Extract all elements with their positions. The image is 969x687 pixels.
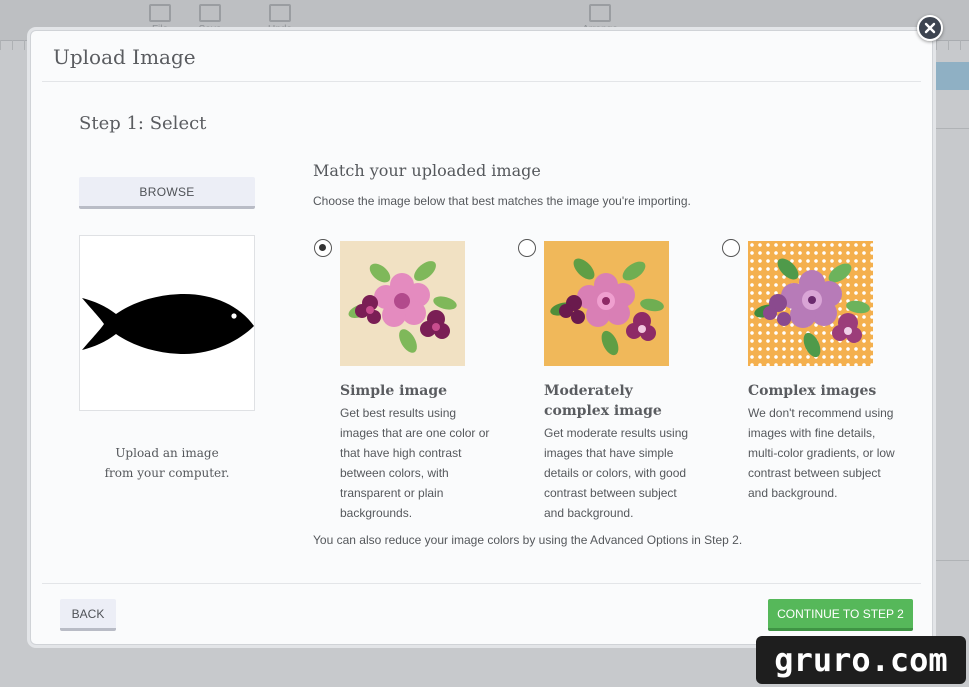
desc-line: We don't recommend using bbox=[748, 406, 894, 420]
desc-line: and background. bbox=[544, 506, 634, 520]
upload-text-line: from your computer. bbox=[104, 466, 230, 480]
browse-button[interactable]: BROWSE bbox=[79, 177, 255, 209]
background-divider bbox=[931, 128, 969, 129]
image-preview bbox=[79, 235, 255, 411]
desc-line: multi-color gradients, or low bbox=[748, 446, 895, 460]
option-title-line: Moderately bbox=[544, 383, 633, 399]
desc-line: contrast between subject bbox=[748, 466, 881, 480]
background-divider bbox=[931, 560, 969, 561]
desc-line: between colors, with bbox=[340, 466, 449, 480]
step-title: Step 1: Select bbox=[79, 113, 207, 134]
close-button[interactable] bbox=[917, 15, 943, 41]
radio-simple-image[interactable] bbox=[314, 239, 332, 257]
bg-undo-tool: Undo bbox=[260, 0, 300, 35]
header-divider bbox=[42, 81, 921, 82]
upload-image-modal: Upload Image Step 1: Select BROWSE Uploa… bbox=[30, 30, 933, 645]
bg-save-tool: Save bbox=[190, 0, 230, 35]
desc-line: Get moderate results using bbox=[544, 426, 689, 440]
close-icon bbox=[924, 22, 936, 34]
match-subtitle: Choose the image below that best matches… bbox=[313, 194, 691, 208]
desc-line: that have high contrast bbox=[340, 446, 462, 460]
flower-icon bbox=[550, 258, 664, 356]
option-desc-simple: Get best results using images that are o… bbox=[340, 403, 500, 523]
desc-line: images that have simple bbox=[544, 446, 674, 460]
footer-divider bbox=[42, 583, 921, 584]
modal-title: Upload Image bbox=[53, 45, 196, 69]
advanced-options-note: You can also reduce your image colors by… bbox=[313, 533, 743, 547]
desc-line: Get best results using bbox=[340, 406, 457, 420]
option-desc-moderate: Get moderate results using images that h… bbox=[544, 423, 704, 523]
match-title: Match your uploaded image bbox=[313, 161, 541, 180]
desc-line: transparent or plain bbox=[340, 486, 444, 500]
upload-instructions: Upload an image from your computer. bbox=[79, 443, 255, 483]
desc-line: details or colors, with good bbox=[544, 466, 687, 480]
option-title-moderate: Moderately complex image bbox=[544, 381, 714, 421]
bg-file-tool: File bbox=[140, 0, 180, 35]
desc-line: images with fine details, bbox=[748, 426, 876, 440]
radio-moderate-image[interactable] bbox=[518, 239, 536, 257]
desc-line: images that are one color or bbox=[340, 426, 490, 440]
upload-text-line: Upload an image bbox=[115, 446, 219, 460]
complex-image-thumbnail[interactable] bbox=[748, 241, 873, 366]
moderate-image-thumbnail[interactable] bbox=[544, 241, 669, 366]
simple-image-thumbnail[interactable] bbox=[340, 241, 465, 366]
watermark: gruro.com bbox=[756, 636, 966, 684]
flower-icon bbox=[754, 258, 870, 358]
option-title-line: complex image bbox=[544, 403, 662, 419]
continue-button[interactable]: CONTINUE TO STEP 2 bbox=[768, 599, 913, 631]
radio-complex-image[interactable] bbox=[722, 239, 740, 257]
fish-silhouette-icon bbox=[82, 294, 254, 354]
option-title-line: Complex images bbox=[748, 383, 877, 399]
option-title-complex: Complex images bbox=[748, 381, 918, 401]
option-title-line: Simple image bbox=[340, 383, 448, 399]
option-desc-complex: We don't recommend using images with fin… bbox=[748, 403, 908, 503]
desc-line: contrast between subject bbox=[544, 486, 677, 500]
option-title-simple: Simple image bbox=[340, 381, 510, 401]
desc-line: and background. bbox=[748, 486, 838, 500]
back-button[interactable]: BACK bbox=[60, 599, 116, 631]
bg-arrange-tool: Arrange bbox=[580, 0, 620, 35]
flower-icon bbox=[348, 261, 457, 353]
desc-line: backgrounds. bbox=[340, 506, 413, 520]
